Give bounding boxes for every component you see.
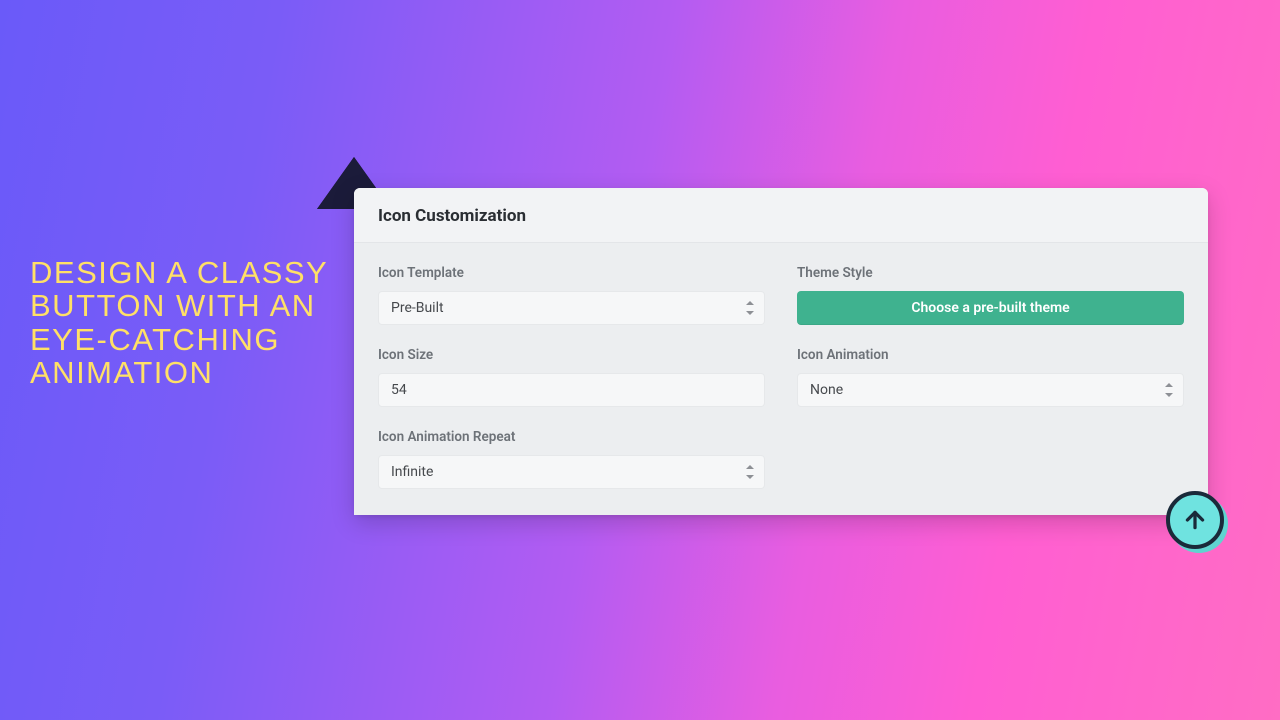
choose-theme-button-label: Choose a pre-built theme: [911, 300, 1069, 316]
select-icon-animation-value: None: [810, 382, 843, 398]
field-theme-style: Theme Style Choose a pre-built theme: [797, 265, 1184, 325]
arrow-up-icon: [1182, 507, 1208, 533]
chevron-updown-icon: [746, 301, 756, 315]
field-icon-template: Icon Template Pre-Built: [378, 265, 765, 325]
icon-customization-panel: Icon Customization Icon Template Pre-Bui…: [354, 188, 1208, 515]
hero-headline: DESIGN A CLASSY BUTTON WITH AN EYE-CATCH…: [30, 256, 330, 390]
select-icon-animation-repeat-value: Infinite: [391, 464, 433, 480]
select-icon-template[interactable]: Pre-Built: [378, 291, 765, 325]
field-icon-size: Icon Size 54: [378, 347, 765, 407]
chevron-updown-icon: [746, 465, 756, 479]
field-icon-animation-repeat: Icon Animation Repeat Infinite: [378, 429, 765, 489]
panel-body: Icon Template Pre-Built Theme Style Choo…: [354, 243, 1208, 515]
panel-header: Icon Customization: [354, 188, 1208, 243]
panel-title: Icon Customization: [378, 206, 1184, 226]
scroll-to-top-button[interactable]: [1166, 491, 1224, 549]
label-icon-animation: Icon Animation: [797, 347, 1184, 363]
input-icon-size-value: 54: [391, 382, 407, 398]
label-theme-style: Theme Style: [797, 265, 1184, 281]
label-icon-template: Icon Template: [378, 265, 765, 281]
label-icon-animation-repeat: Icon Animation Repeat: [378, 429, 765, 445]
select-icon-animation[interactable]: None: [797, 373, 1184, 407]
field-icon-animation: Icon Animation None: [797, 347, 1184, 407]
select-icon-template-value: Pre-Built: [391, 300, 444, 316]
label-icon-size: Icon Size: [378, 347, 765, 363]
choose-theme-button[interactable]: Choose a pre-built theme: [797, 291, 1184, 325]
select-icon-animation-repeat[interactable]: Infinite: [378, 455, 765, 489]
input-icon-size[interactable]: 54: [378, 373, 765, 407]
chevron-updown-icon: [1165, 383, 1175, 397]
